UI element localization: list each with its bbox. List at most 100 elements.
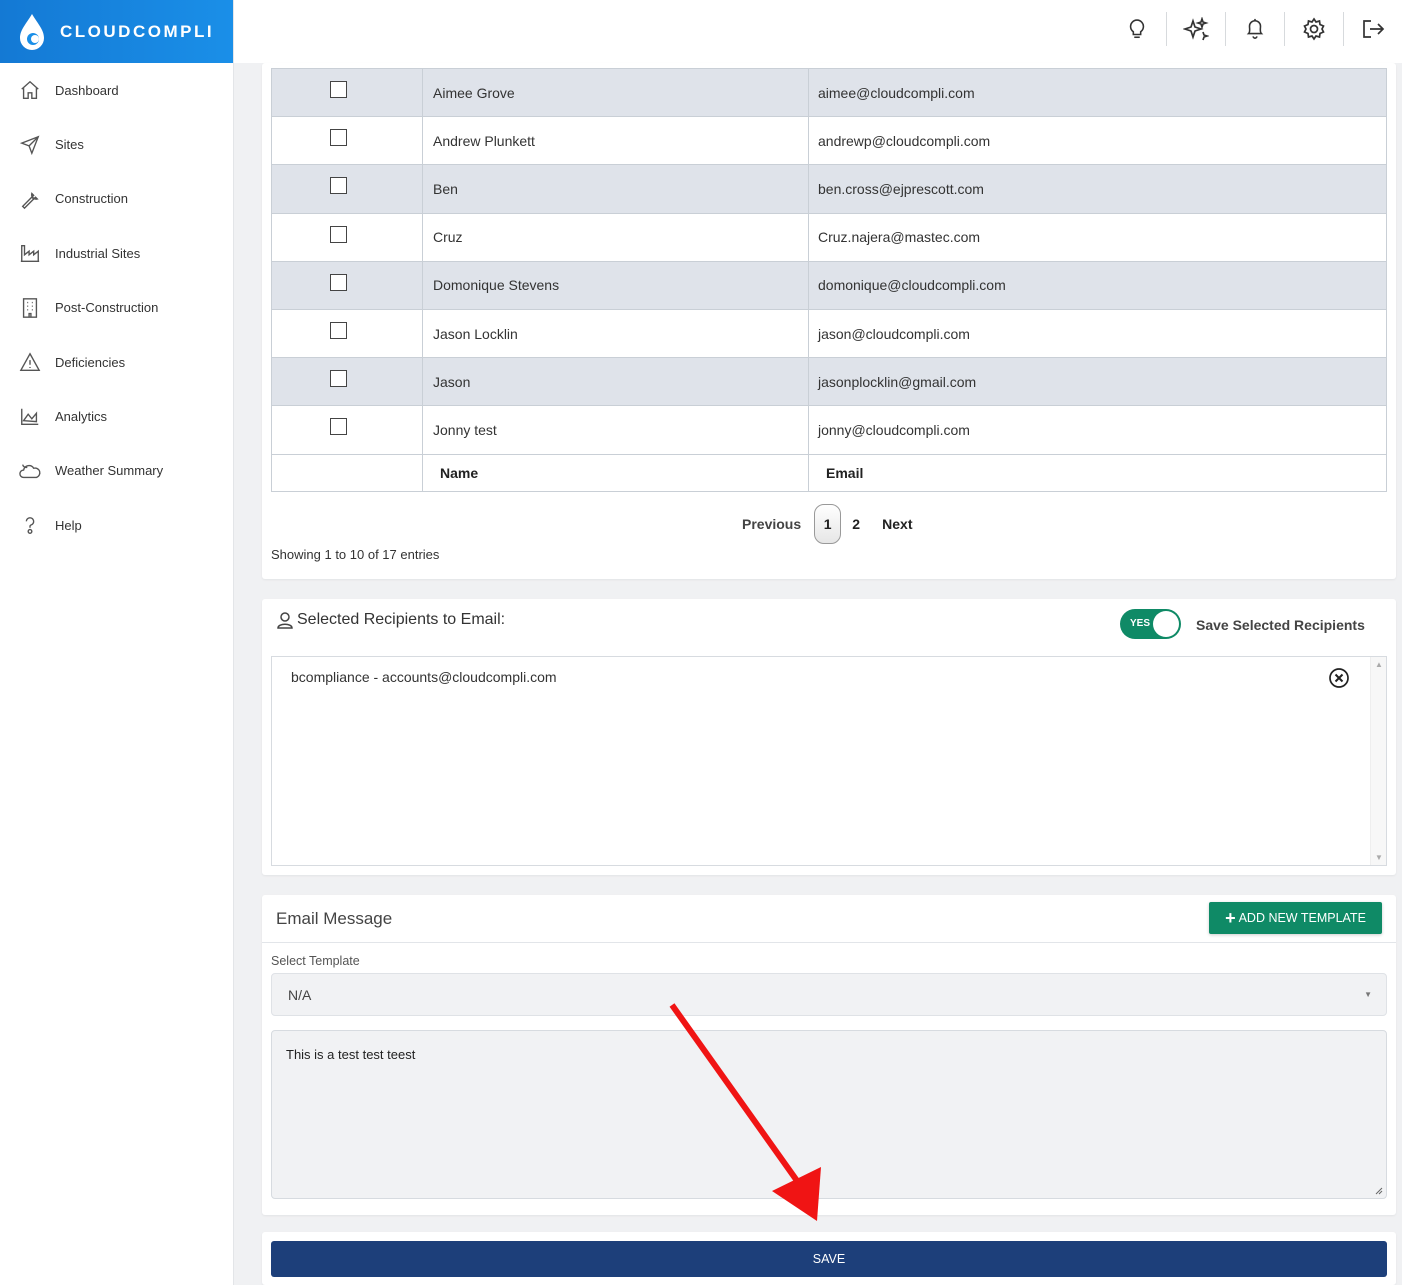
row-email: andrewp@cloudcompli.com (808, 116, 1387, 166)
row-email: domonique@cloudcompli.com (808, 260, 1387, 310)
table-row[interactable]: Jason Locklin jason@cloudcompli.com (271, 308, 1387, 359)
row-checkbox[interactable] (330, 273, 347, 291)
sparkle-icon[interactable] (1166, 12, 1225, 46)
template-select-value: N/A (288, 987, 312, 1003)
row-checkbox[interactable] (330, 370, 347, 388)
row-checkbox-cell (271, 260, 423, 310)
recipients-scrollbar[interactable]: ▲ ▼ (1370, 657, 1386, 865)
sidebar-item-dashboard[interactable]: Dashboard (0, 63, 233, 117)
save-card: SAVE (262, 1232, 1396, 1285)
row-checkbox[interactable] (330, 129, 347, 147)
row-email: ben.cross@ejprescott.com (808, 164, 1387, 214)
row-email: jonny@cloudcompli.com (808, 405, 1387, 455)
row-name: Domonique Stevens (422, 260, 809, 310)
entries-info: Showing 1 to 10 of 17 entries (271, 547, 440, 562)
pagination-next[interactable]: Next (882, 516, 912, 532)
scroll-up-icon[interactable]: ▲ (1375, 660, 1383, 669)
row-name: Jason Locklin (422, 308, 809, 359)
pagination-previous[interactable]: Previous (742, 516, 801, 532)
bell-icon[interactable] (1225, 12, 1284, 46)
row-name: Jonny test (422, 405, 809, 455)
pagination-page-2[interactable]: 2 (841, 516, 871, 532)
row-name: Cruz (422, 212, 809, 262)
row-checkbox-cell (271, 212, 423, 262)
email-message-title: Email Message (276, 909, 393, 928)
table-row[interactable]: Ben ben.cross@ejprescott.com (271, 164, 1387, 214)
factory-icon (18, 241, 42, 265)
recipient-item: bcompliance - accounts@cloudcompli.com (291, 669, 557, 685)
sidebar-nav: Dashboard Sites Construction Industrial … (0, 63, 233, 553)
sidebar-item-label: Deficiencies (55, 354, 126, 370)
sidebar-item-label: Analytics (55, 409, 108, 425)
table-row[interactable]: Jason jasonplocklin@gmail.com (271, 357, 1387, 407)
table-row[interactable]: Aimee Grove aimee@cloudcompli.com (271, 67, 1387, 118)
gear-icon[interactable] (1284, 12, 1343, 46)
sidebar-item-industrial-sites[interactable]: Industrial Sites (0, 226, 233, 280)
sidebar-item-label: Post-Construction (55, 300, 159, 316)
caret-down-icon: ▼ (1364, 990, 1372, 999)
row-name: Aimee Grove (422, 67, 809, 118)
sidebar-item-deficiencies[interactable]: Deficiencies (0, 335, 233, 389)
send-icon (18, 133, 42, 157)
sidebar-item-help[interactable]: Help (0, 498, 233, 552)
sidebar-item-label: Construction (55, 191, 128, 207)
email-message-header: Email Message + ADD NEW TEMPLATE (262, 895, 1396, 943)
column-header-name[interactable]: Name (422, 453, 809, 492)
selected-recipients-header: Selected Recipients to Email: (276, 611, 505, 629)
row-checkbox-cell (271, 116, 423, 166)
remove-recipient-icon[interactable] (1328, 667, 1350, 689)
row-name: Ben (422, 164, 809, 214)
save-recipients-toggle[interactable]: YES (1120, 609, 1181, 639)
row-checkbox[interactable] (330, 321, 347, 339)
brand-header[interactable]: CLOUDCOMPLI (0, 0, 233, 63)
add-new-template-button[interactable]: + ADD NEW TEMPLATE (1209, 902, 1382, 934)
selected-recipients-list: bcompliance - accounts@cloudcompli.com ▲… (271, 656, 1387, 866)
row-name: Andrew Plunkett (422, 116, 809, 166)
row-email: aimee@cloudcompli.com (808, 67, 1387, 118)
scroll-down-icon[interactable]: ▼ (1375, 853, 1383, 862)
save-button[interactable]: SAVE (271, 1241, 1387, 1277)
row-checkbox-cell (271, 357, 423, 407)
selected-recipients-card: Selected Recipients to Email: YES Save S… (262, 599, 1396, 875)
brand-name: CLOUDCOMPLI (60, 21, 215, 41)
table-row[interactable]: Cruz Cruz.najera@mastec.com (271, 212, 1387, 262)
resize-grip-icon[interactable] (1373, 1185, 1383, 1195)
building-icon (18, 296, 42, 320)
logout-icon[interactable] (1343, 12, 1402, 46)
chart-icon (18, 405, 42, 429)
sidebar-item-sites[interactable]: Sites (0, 117, 233, 171)
recipients-table-card: Aimee Grove aimee@cloudcompli.com Andrew P… (262, 63, 1396, 579)
sidebar-item-label: Sites (55, 137, 84, 153)
row-checkbox[interactable] (330, 418, 347, 436)
sidebar-item-weather-summary[interactable]: Weather Summary (0, 444, 233, 498)
cloudcompli-logo-icon (20, 13, 44, 50)
table-row[interactable]: Domonique Stevens domonique@cloudcompli.c… (271, 260, 1387, 310)
pagination-page-1[interactable]: 1 (814, 504, 842, 544)
lightbulb-icon[interactable] (1107, 12, 1166, 46)
save-selected-recipients-label: Save Selected Recipients (1196, 617, 1365, 633)
toggle-knob (1153, 611, 1179, 637)
plus-icon: + (1225, 908, 1236, 928)
row-checkbox-cell (271, 164, 423, 214)
row-checkbox-cell (271, 308, 423, 359)
users-table: Aimee Grove aimee@cloudcompli.com Andrew P… (271, 67, 1387, 492)
table-footer-checkbox-cell (271, 453, 423, 492)
pagination: Previous 1 2 Next (742, 504, 913, 544)
row-checkbox[interactable] (330, 81, 347, 98)
table-row[interactable]: Andrew Plunkett andrewp@cloudcompli.com (271, 116, 1387, 166)
sidebar-item-analytics[interactable]: Analytics (0, 389, 233, 443)
sidebar-item-label: Help (55, 517, 82, 533)
table-row[interactable]: Jonny test jonny@cloudcompli.com (271, 405, 1387, 455)
sidebar-item-construction[interactable]: Construction (0, 172, 233, 226)
select-template-label: Select Template (271, 954, 360, 968)
row-checkbox[interactable] (330, 225, 347, 243)
sidebar-item-label: Industrial Sites (55, 245, 141, 261)
table-footer-row: Name Email (271, 453, 1387, 492)
column-header-email[interactable]: Email (808, 453, 1387, 492)
top-bar (234, 0, 1402, 63)
warning-icon (18, 350, 42, 374)
cloud-icon (18, 459, 42, 483)
sidebar-item-post-construction[interactable]: Post-Construction (0, 281, 233, 335)
email-message-text: This is a test test teest (286, 1047, 416, 1062)
row-checkbox[interactable] (330, 177, 347, 195)
